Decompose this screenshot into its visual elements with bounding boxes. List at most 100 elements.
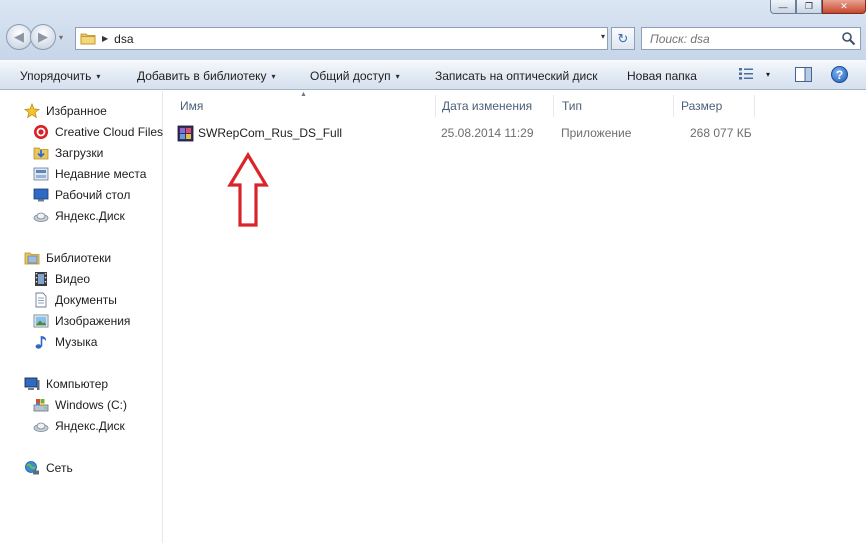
- change-view-button[interactable]: ▾: [738, 67, 770, 81]
- nav-item-yandex-disk[interactable]: Яндекс.Диск: [33, 207, 125, 225]
- yandex-disk-icon: [33, 418, 49, 434]
- nav-item-recent-places[interactable]: Недавние места: [33, 165, 146, 183]
- file-type: Приложение: [561, 126, 632, 140]
- documents-icon: [33, 292, 49, 308]
- file-name[interactable]: SWRepCom_Rus_DS_Full: [198, 126, 342, 140]
- breadcrumb-current-folder[interactable]: dsa: [114, 32, 133, 46]
- chevron-down-icon: ▾: [271, 71, 276, 81]
- column-header-label: Дата изменения: [442, 99, 533, 113]
- nav-favorites-label: Избранное: [46, 104, 107, 118]
- downloads-icon: [33, 145, 49, 161]
- close-button[interactable]: ✕: [822, 0, 866, 14]
- navigation-pane: Избранное Creative Cloud Files Загрузки …: [0, 91, 163, 543]
- share-label: Общий доступ: [310, 69, 391, 83]
- organize-button[interactable]: Упорядочить ▾: [12, 64, 108, 88]
- chevron-down-icon[interactable]: ▾: [766, 70, 770, 79]
- title-bar: — ❐ ✕ ◀ ▶ ▾ ▶ dsa ▾ ↻: [0, 0, 866, 60]
- column-header-name[interactable]: Имя: [174, 95, 436, 117]
- search-input[interactable]: [650, 31, 835, 46]
- back-button[interactable]: ◀: [6, 24, 32, 50]
- forward-button[interactable]: ▶: [30, 24, 56, 50]
- address-dropdown[interactable]: ▾: [601, 32, 605, 41]
- history-dropdown[interactable]: ▾: [59, 33, 63, 42]
- application-icon: [177, 125, 194, 141]
- back-arrow-icon: ◀: [14, 29, 24, 44]
- folder-icon: [80, 33, 96, 45]
- annotation-arrow-up-icon: [227, 152, 269, 227]
- breadcrumb-separator[interactable]: ▶: [102, 34, 108, 43]
- file-size: 268 077 КБ: [690, 126, 752, 140]
- column-header-type[interactable]: Тип: [556, 95, 674, 117]
- nav-item-label: Windows (C:): [55, 398, 128, 412]
- new-folder-label: Новая папка: [627, 69, 697, 83]
- libraries-icon: [24, 250, 40, 266]
- creative-cloud-icon: [33, 124, 49, 140]
- new-folder-button[interactable]: Новая папка: [619, 64, 705, 88]
- nav-network[interactable]: Сеть: [24, 459, 73, 477]
- column-header-label: Имя: [180, 99, 204, 113]
- hard-drive-icon: [33, 397, 49, 413]
- nav-computer[interactable]: Компьютер: [24, 375, 108, 393]
- desktop-icon: [33, 187, 49, 203]
- nav-item-video[interactable]: Видео: [33, 270, 90, 288]
- star-icon: [24, 103, 40, 119]
- nav-item-downloads[interactable]: Загрузки: [33, 144, 103, 162]
- music-note-icon: [33, 334, 49, 350]
- nav-item-pictures[interactable]: Изображения: [33, 312, 130, 330]
- nav-item-label: Недавние места: [55, 167, 147, 181]
- pictures-icon: [33, 313, 49, 329]
- organize-label: Упорядочить: [20, 69, 92, 83]
- add-to-library-label: Добавить в библиотеку: [137, 69, 267, 83]
- maximize-button[interactable]: ❐: [796, 0, 822, 14]
- nav-item-label: Документы: [55, 293, 117, 307]
- burn-to-disc-button[interactable]: Записать на оптический диск: [427, 64, 606, 88]
- column-header-size[interactable]: Размер: [675, 95, 755, 117]
- nav-item-label: Изображения: [55, 314, 131, 328]
- details-view-icon: [739, 68, 753, 80]
- add-to-library-button[interactable]: Добавить в библиотеку ▾: [129, 64, 284, 88]
- nav-favorites[interactable]: Избранное: [24, 102, 107, 120]
- nav-item-label: Creative Cloud Files: [55, 125, 164, 139]
- network-globe-icon: [24, 460, 40, 476]
- column-header-label: Тип: [562, 99, 583, 113]
- search-box[interactable]: [641, 27, 861, 50]
- file-list: ▲ Имя Дата изменения Тип Размер SWRepCom…: [164, 91, 866, 543]
- nav-item-creative-cloud[interactable]: Creative Cloud Files: [33, 123, 163, 141]
- nav-item-desktop[interactable]: Рабочий стол: [33, 186, 130, 204]
- nav-item-documents[interactable]: Документы: [33, 291, 117, 309]
- preview-pane-button[interactable]: [795, 67, 812, 85]
- command-bar: Упорядочить ▾ Добавить в библиотеку ▾ Об…: [0, 60, 866, 90]
- refresh-button[interactable]: ↻: [611, 27, 635, 50]
- nav-item-label: Загрузки: [55, 146, 104, 160]
- file-date-modified: 25.08.2014 11:29: [441, 126, 534, 140]
- nav-item-yandex-disk-computer[interactable]: Яндекс.Диск: [33, 417, 125, 435]
- navigation-buttons: ◀ ▶ ▾: [6, 24, 63, 50]
- column-header-date-modified[interactable]: Дата изменения: [436, 95, 554, 117]
- nav-item-label: Яндекс.Диск: [55, 419, 125, 433]
- nav-libraries[interactable]: Библиотеки: [24, 249, 111, 267]
- column-header-label: Размер: [681, 99, 723, 113]
- burn-label: Записать на оптический диск: [435, 69, 598, 83]
- share-button[interactable]: Общий доступ ▾: [302, 64, 408, 88]
- nav-computer-label: Компьютер: [46, 377, 109, 391]
- recent-places-icon: [33, 166, 49, 182]
- help-button[interactable]: ?: [831, 66, 848, 83]
- nav-item-label: Музыка: [55, 335, 98, 349]
- nav-item-drive-c[interactable]: Windows (C:): [33, 396, 127, 414]
- refresh-icon: ↻: [617, 30, 629, 46]
- nav-item-music[interactable]: Музыка: [33, 333, 97, 351]
- preview-pane-icon: [795, 67, 812, 82]
- address-bar[interactable]: ▶ dsa ▾: [75, 27, 608, 50]
- minimize-button[interactable]: —: [770, 0, 796, 14]
- video-icon: [33, 271, 49, 287]
- nav-network-label: Сеть: [46, 461, 73, 475]
- yandex-disk-icon: [33, 208, 49, 224]
- chevron-down-icon: ▾: [395, 71, 400, 81]
- window-controls: — ❐ ✕: [770, 0, 866, 14]
- table-row[interactable]: SWRepCom_Rus_DS_Full: [177, 122, 342, 144]
- nav-libraries-label: Библиотеки: [46, 251, 112, 265]
- help-icon: ?: [835, 67, 844, 82]
- search-icon[interactable]: [841, 31, 856, 46]
- nav-item-label: Видео: [55, 272, 91, 286]
- nav-item-label: Рабочий стол: [55, 188, 131, 202]
